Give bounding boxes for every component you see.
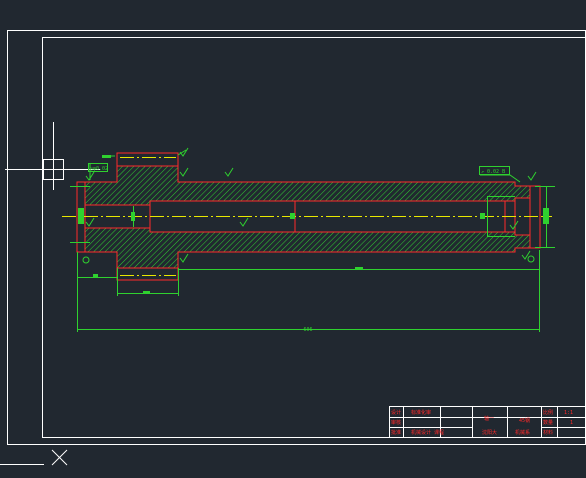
svg-text:机械设计 课程: 机械设计 课程 <box>411 429 444 436</box>
gear-top <box>116 152 179 167</box>
svg-text:批准: 批准 <box>391 429 401 436</box>
svg-text:机械系: 机械系 <box>515 429 530 436</box>
cad-drawing-canvas: 606 ◎φ0.02 ↗ 0.02 B 设计 标准化审 轴一 45钢 比例 1:… <box>0 30 586 466</box>
datum-circle-icon <box>527 255 535 263</box>
svg-text:设计: 设计 <box>391 409 401 416</box>
roughness-icon <box>224 167 234 177</box>
roughness-icon <box>179 147 189 157</box>
svg-text:沈阳大: 沈阳大 <box>482 429 497 436</box>
upper-wall-hatch <box>84 165 531 206</box>
svg-text:45钢: 45钢 <box>519 417 530 424</box>
title-block-text: 设计 标准化审 轴一 45钢 比例 1:1 审核 数量 1 批准 机械设计 课程… <box>391 409 573 436</box>
roughness-icon <box>239 217 249 227</box>
roughness-icon <box>527 171 537 181</box>
lower-wall-hatch <box>84 227 531 269</box>
dim-total-length: 606 <box>303 327 312 333</box>
svg-text:◎φ0.02: ◎φ0.02 <box>90 166 108 172</box>
tolerance-frame-right: ↗ 0.02 B <box>479 166 510 175</box>
roughness-icon <box>179 167 189 177</box>
tolerance-frame-left: ◎φ0.02 <box>88 163 108 172</box>
ucs-x-icon <box>0 449 68 466</box>
svg-text:1: 1 <box>570 420 573 426</box>
datum-circle-icon <box>82 256 90 264</box>
svg-text:审核: 审核 <box>391 419 401 426</box>
svg-text:标准化审: 标准化审 <box>411 409 431 416</box>
svg-text:↗ 0.02 B: ↗ 0.02 B <box>481 169 505 175</box>
svg-text:材料: 材料 <box>543 429 553 436</box>
svg-text:1:1: 1:1 <box>564 410 573 416</box>
crosshair-cursor-icon[interactable] <box>5 122 100 190</box>
roughness-icon <box>85 217 95 227</box>
svg-text:轴一: 轴一 <box>484 415 494 422</box>
svg-text:数量: 数量 <box>543 419 553 426</box>
roughness-icon <box>509 220 519 230</box>
roughness-icon <box>179 253 189 263</box>
svg-text:比例: 比例 <box>543 409 553 416</box>
gear-bottom <box>116 267 179 281</box>
